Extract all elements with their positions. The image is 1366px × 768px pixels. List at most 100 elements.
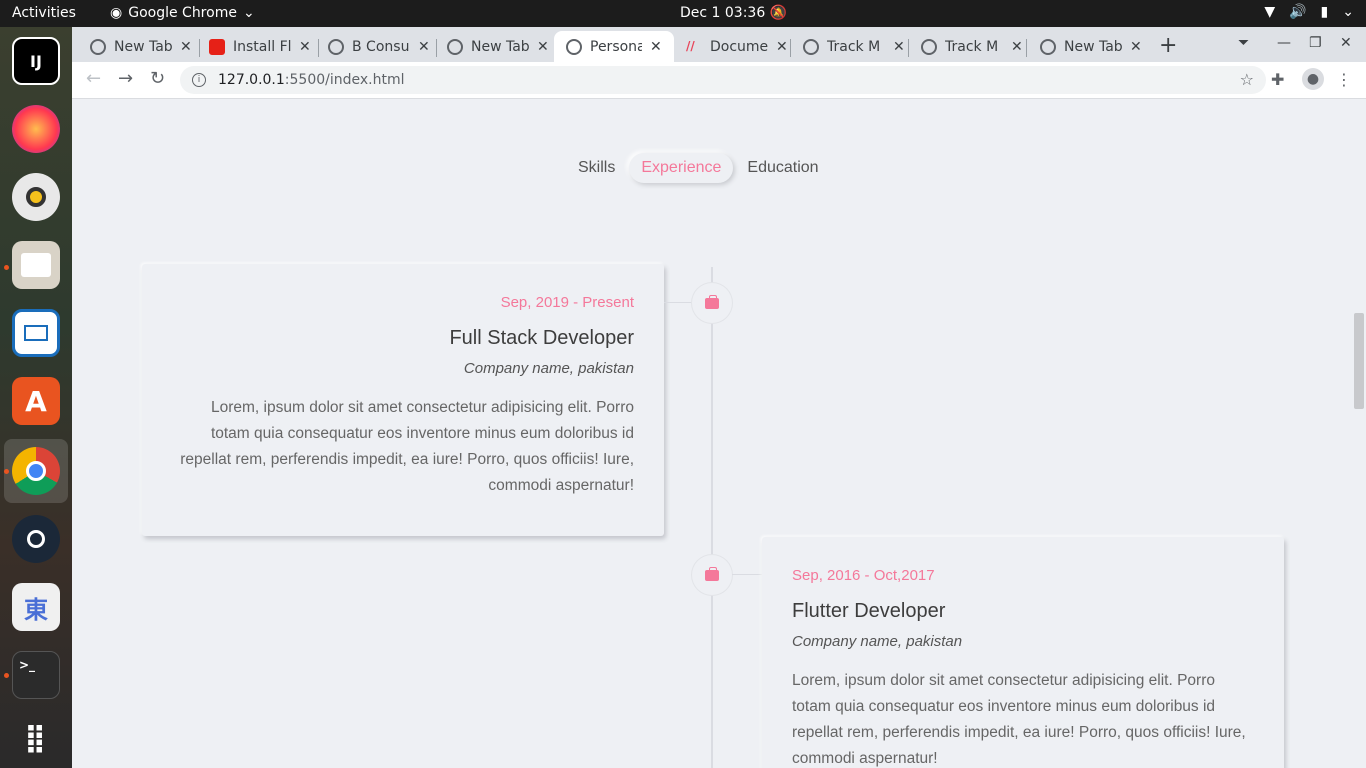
- volume-icon: 🔊: [1289, 4, 1307, 20]
- url-path: :5500/index.html: [284, 72, 405, 88]
- browser-tab[interactable]: New Tab ✕: [1022, 31, 1142, 62]
- activities-button[interactable]: Activities: [12, 5, 76, 21]
- tab-experience[interactable]: Experience: [629, 153, 734, 183]
- browser-tab-strip: New Tab ✕ Install Fl ✕ B Consu ✕ New Tab ✕ P…: [72, 27, 1366, 62]
- experience-company: Company name, pakistan: [463, 360, 634, 377]
- browser-toolbar: ← → ↻ i 127.0.0.1:5500/index.html ☆ ✚ ● …: [72, 62, 1366, 99]
- dock: IJ A 東 >_ ⣿: [0, 27, 72, 768]
- browser-tab-active[interactable]: Persona ✕: [554, 31, 674, 62]
- close-window-icon[interactable]: ✕: [1340, 35, 1352, 51]
- browser-tab[interactable]: Track M ✕: [785, 31, 905, 62]
- browser-tab[interactable]: B Consu ✕: [310, 31, 430, 62]
- running-indicator: [4, 265, 9, 270]
- experience-date: Sep, 2016 - Oct,2017: [792, 567, 935, 584]
- system-tray[interactable]: ▼ 🔊 ▮ ⌄: [1264, 4, 1354, 20]
- files-icon[interactable]: [12, 241, 60, 289]
- tab-label: New Tab: [1064, 38, 1122, 55]
- system-top-bar: Activities ◉ Google Chrome ⌄ Dec 1 03:36…: [0, 0, 1366, 27]
- menu-kebab-icon[interactable]: ⋮: [1336, 70, 1352, 89]
- timeline-line: [711, 267, 713, 768]
- tab-label: Persona: [590, 38, 642, 55]
- forward-icon[interactable]: →: [118, 68, 133, 89]
- libreoffice-impress-icon[interactable]: [12, 309, 60, 357]
- input-method-icon[interactable]: 東: [12, 583, 60, 631]
- briefcase-icon: [705, 566, 719, 581]
- ubuntu-software-icon[interactable]: A: [12, 377, 60, 425]
- minimize-icon[interactable]: —: [1277, 35, 1291, 51]
- running-indicator: [4, 469, 9, 474]
- tab-search-icon[interactable]: ⏷: [1238, 35, 1249, 51]
- chevron-down-icon: ⌄: [1342, 4, 1354, 20]
- close-icon[interactable]: ✕: [537, 39, 549, 55]
- terminal-icon[interactable]: >_: [12, 651, 60, 699]
- browser-tab[interactable]: //Docume ✕: [668, 31, 788, 62]
- globe-icon: [328, 38, 344, 55]
- experience-company: Company name, pakistan: [792, 633, 963, 650]
- tab-label: B Consu: [352, 38, 410, 55]
- browser-tab[interactable]: New Tab ✕: [429, 31, 549, 62]
- globe-icon: [1040, 38, 1056, 55]
- globe-icon: [566, 38, 582, 55]
- experience-description: Lorem, ipsum dolor sit amet consectetur …: [792, 672, 1246, 767]
- tab-label: Track M: [827, 38, 881, 55]
- bell-icon: 🔕: [769, 5, 788, 21]
- chrome-app-icon[interactable]: [12, 447, 60, 495]
- close-icon[interactable]: ✕: [418, 39, 430, 55]
- document-app-icon: //: [686, 38, 695, 53]
- timeline-node: [692, 283, 732, 323]
- close-icon[interactable]: ✕: [180, 39, 192, 55]
- qualification-tabs: Skills Experience Education: [566, 153, 833, 183]
- globe-icon: [90, 38, 106, 55]
- back-icon[interactable]: ←: [86, 68, 101, 89]
- page-scrollbar[interactable]: [1352, 99, 1366, 768]
- experience-title: Full Stack Developer: [449, 327, 634, 349]
- globe-icon: [447, 38, 463, 55]
- tab-label: New Tab: [114, 38, 172, 55]
- extensions-icon[interactable]: ✚: [1271, 70, 1284, 89]
- youtube-icon: [209, 38, 225, 55]
- close-icon[interactable]: ✕: [650, 39, 662, 55]
- globe-icon: [921, 38, 937, 55]
- scrollbar-thumb[interactable]: [1354, 313, 1364, 409]
- experience-date: Sep, 2019 - Present: [500, 294, 634, 311]
- timeline-connector: [732, 574, 762, 575]
- steam-icon[interactable]: [12, 515, 60, 563]
- tab-label: New Tab: [471, 38, 529, 55]
- reload-icon[interactable]: ↻: [150, 68, 165, 89]
- tab-label: Install Fl: [233, 38, 291, 55]
- tab-label: Track M: [945, 38, 999, 55]
- maximize-icon[interactable]: ❐: [1309, 35, 1322, 51]
- app-name: Google Chrome: [128, 5, 237, 21]
- clock[interactable]: Dec 1 03:36 🔕: [680, 5, 787, 21]
- tab-skills[interactable]: Skills: [566, 153, 627, 183]
- page-viewport: Skills Experience Education Sep, 2019 - …: [72, 99, 1366, 768]
- browser-tab[interactable]: New Tab ✕: [72, 31, 192, 62]
- profile-avatar-icon[interactable]: ●: [1302, 68, 1324, 90]
- firefox-icon[interactable]: [12, 105, 60, 153]
- battery-icon: ▮: [1320, 4, 1329, 20]
- app-menu[interactable]: ◉ Google Chrome ⌄: [110, 5, 255, 21]
- address-bar[interactable]: i 127.0.0.1:5500/index.html ☆: [180, 66, 1266, 94]
- experience-card: Sep, 2019 - Present Full Stack Developer…: [142, 264, 664, 536]
- rhythmbox-icon[interactable]: [12, 173, 60, 221]
- briefcase-icon: [705, 294, 719, 309]
- new-tab-button[interactable]: +: [1159, 33, 1177, 58]
- close-icon[interactable]: ✕: [299, 39, 311, 55]
- wifi-icon: ▼: [1264, 4, 1276, 20]
- tab-education[interactable]: Education: [735, 153, 830, 183]
- globe-icon: [803, 38, 819, 55]
- chrome-icon: ◉: [110, 5, 123, 21]
- close-icon[interactable]: ✕: [1130, 39, 1142, 55]
- url-host: 127.0.0.1: [218, 72, 285, 88]
- show-apps-icon[interactable]: ⣿: [12, 713, 60, 761]
- close-icon[interactable]: ✕: [1011, 39, 1023, 55]
- info-icon[interactable]: i: [192, 73, 206, 87]
- browser-tab[interactable]: Track M ✕: [903, 31, 1023, 62]
- experience-description: Lorem, ipsum dolor sit amet consectetur …: [180, 399, 634, 494]
- chevron-down-icon: ⌄: [242, 5, 255, 21]
- star-icon[interactable]: ☆: [1240, 70, 1254, 89]
- tab-label: Docume: [710, 38, 768, 55]
- experience-title: Flutter Developer: [792, 600, 946, 622]
- intellij-icon[interactable]: IJ: [12, 37, 60, 85]
- browser-tab[interactable]: Install Fl ✕: [191, 31, 311, 62]
